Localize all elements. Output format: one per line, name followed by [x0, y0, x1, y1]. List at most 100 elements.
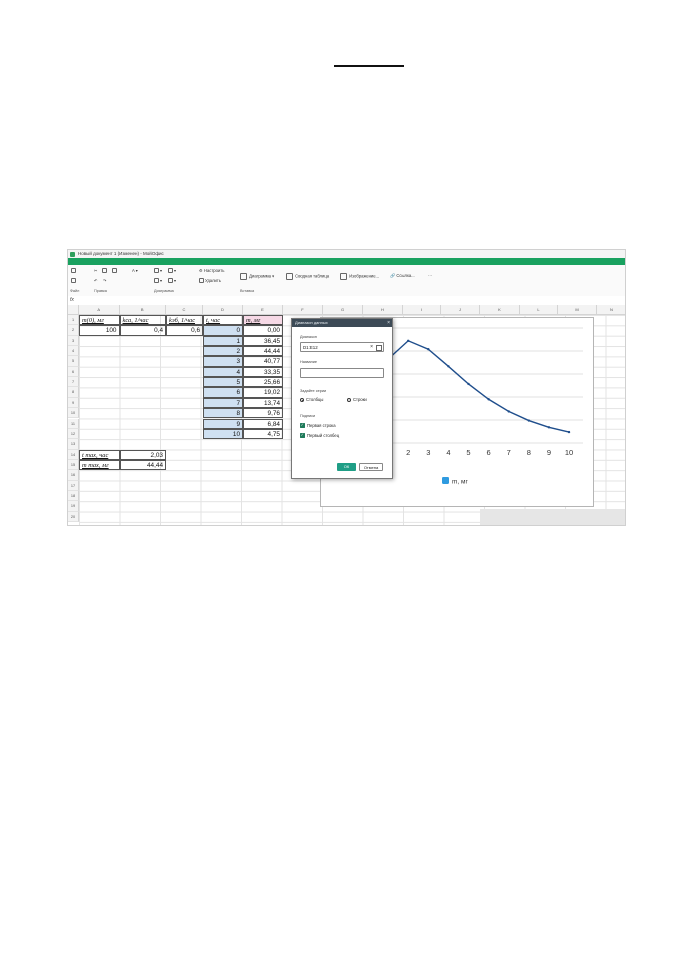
range-input[interactable]: D1:E12 × — [300, 342, 384, 352]
column-header[interactable]: H — [363, 305, 403, 315]
row-header[interactable]: 18 — [68, 490, 79, 502]
cell-m[interactable]: 19,02 — [243, 387, 283, 398]
column-header[interactable]: M — [558, 305, 597, 315]
undo-button[interactable]: ↶ — [94, 278, 98, 283]
row-header[interactable]: 7 — [68, 377, 79, 388]
cell-a2[interactable]: 100 — [79, 325, 120, 336]
radio-rows[interactable] — [347, 398, 351, 402]
cell-m[interactable]: 36,45 — [243, 335, 283, 347]
row-header[interactable]: 14 — [68, 449, 79, 460]
chart-type-button[interactable]: ▾ — [154, 278, 162, 284]
cell-d1[interactable]: t, час — [203, 315, 243, 326]
radio-columns[interactable] — [300, 398, 304, 402]
image-button[interactable]: Изображение... — [340, 273, 379, 280]
cell-t[interactable]: 10 — [203, 428, 243, 440]
cell-b15[interactable]: 44,44 — [119, 459, 166, 471]
customize-button[interactable]: ⚙ Настроить — [199, 268, 224, 273]
column-header[interactable]: C — [166, 305, 203, 315]
row-header[interactable]: 20 — [68, 511, 79, 522]
cell-t[interactable]: 6 — [203, 387, 243, 398]
clear-icon[interactable]: × — [370, 343, 373, 352]
cell-t[interactable]: 4 — [203, 366, 243, 378]
pivot-table-button[interactable]: Сводная таблица — [286, 273, 329, 280]
row-header[interactable]: 3 — [68, 335, 79, 347]
cell-m[interactable]: 25,66 — [243, 377, 283, 388]
row-header[interactable]: 11 — [68, 418, 79, 429]
column-header[interactable]: I — [403, 305, 441, 315]
column-header[interactable]: B — [119, 305, 166, 315]
cell-m[interactable]: 6,84 — [243, 418, 283, 429]
copy-icon — [102, 268, 107, 274]
range-select-icon[interactable] — [376, 344, 382, 351]
row-header[interactable]: 9 — [68, 397, 79, 409]
format-painter-button[interactable]: A ▾ — [132, 268, 138, 273]
cell-c1[interactable]: kэб, 1/час — [166, 315, 203, 326]
cell-b1[interactable]: kса, 1/час — [119, 315, 166, 326]
cell-t[interactable]: 5 — [203, 377, 243, 388]
row-header[interactable]: 2 — [68, 325, 79, 336]
cell-m[interactable]: 9,76 — [243, 408, 283, 419]
row-header[interactable]: 6 — [68, 366, 79, 378]
cut-button[interactable]: ✂ — [94, 268, 98, 273]
column-header[interactable]: K — [480, 305, 520, 315]
diagram-button[interactable]: Диаграмма ▾ — [240, 273, 274, 280]
row-header[interactable]: 1 — [68, 315, 79, 326]
cell-b14[interactable]: 2,03 — [119, 449, 166, 460]
cell-c2[interactable]: 0,6 — [166, 325, 203, 336]
insert-col-button[interactable]: ▾ — [168, 268, 176, 274]
row-header[interactable]: 16 — [68, 470, 79, 481]
column-header[interactable]: E — [243, 305, 283, 315]
first-row-checkbox[interactable]: ✓ — [300, 422, 305, 428]
cell-m[interactable]: 44,44 — [243, 346, 283, 357]
cell-a14[interactable]: t max, час — [79, 449, 120, 460]
cell-b2[interactable]: 0,4 — [119, 325, 166, 336]
ok-button[interactable]: ОК — [337, 463, 356, 471]
row-header[interactable]: 13 — [68, 439, 79, 450]
column-header[interactable]: G — [323, 305, 363, 315]
close-icon[interactable]: × — [387, 319, 390, 327]
row-header[interactable]: 19 — [68, 501, 79, 512]
save-button[interactable] — [71, 268, 77, 274]
cell-m[interactable]: 40,77 — [243, 356, 283, 367]
print-button[interactable] — [71, 278, 77, 284]
row-header[interactable]: 8 — [68, 387, 79, 398]
paste-button[interactable] — [112, 268, 118, 274]
cancel-button[interactable]: Отмена — [359, 463, 383, 471]
row-header[interactable]: 12 — [68, 428, 79, 440]
column-header[interactable]: F — [283, 305, 323, 315]
row-header[interactable]: 15 — [68, 459, 79, 471]
column-header[interactable]: J — [441, 305, 480, 315]
cell-t[interactable]: 0 — [203, 325, 243, 336]
more-button[interactable]: ··· — [428, 273, 432, 278]
copy-button[interactable] — [102, 268, 108, 274]
cell-t[interactable]: 7 — [203, 397, 243, 409]
cell-m[interactable]: 13,74 — [243, 397, 283, 409]
cell-e1[interactable]: m, мг — [243, 315, 283, 326]
delete-button[interactable]: Удалить — [199, 278, 221, 284]
cell-a15[interactable]: m max, мг — [79, 459, 120, 471]
link-button[interactable]: 🔗 Ссылка... — [390, 273, 415, 279]
cell-t[interactable]: 1 — [203, 335, 243, 347]
column-header[interactable]: N — [597, 305, 625, 315]
redo-button[interactable]: ↷ — [103, 278, 107, 283]
first-col-checkbox[interactable]: ✓ — [300, 432, 305, 438]
cell-t[interactable]: 3 — [203, 356, 243, 367]
cell-t[interactable]: 2 — [203, 346, 243, 357]
row-header[interactable]: 10 — [68, 408, 79, 419]
cell-m[interactable]: 33,35 — [243, 366, 283, 378]
column-header[interactable]: L — [520, 305, 558, 315]
cell-m[interactable]: 4,75 — [243, 428, 283, 440]
column-header[interactable]: D — [203, 305, 243, 315]
insert-row-button[interactable]: ▾ — [154, 268, 162, 274]
cell-t[interactable]: 8 — [203, 408, 243, 419]
row-header[interactable]: 17 — [68, 480, 79, 491]
row-header[interactable]: 4 — [68, 346, 79, 357]
column-header[interactable]: A — [79, 305, 120, 315]
name-input[interactable] — [300, 368, 384, 378]
corner-cell[interactable] — [68, 305, 79, 315]
cell-t[interactable]: 9 — [203, 418, 243, 429]
row-header[interactable]: 5 — [68, 356, 79, 367]
cell-m[interactable]: 0,00 — [243, 325, 283, 336]
chart-style-button[interactable]: ▾ — [168, 278, 176, 284]
cell-a1[interactable]: m(0), мг — [79, 315, 120, 326]
